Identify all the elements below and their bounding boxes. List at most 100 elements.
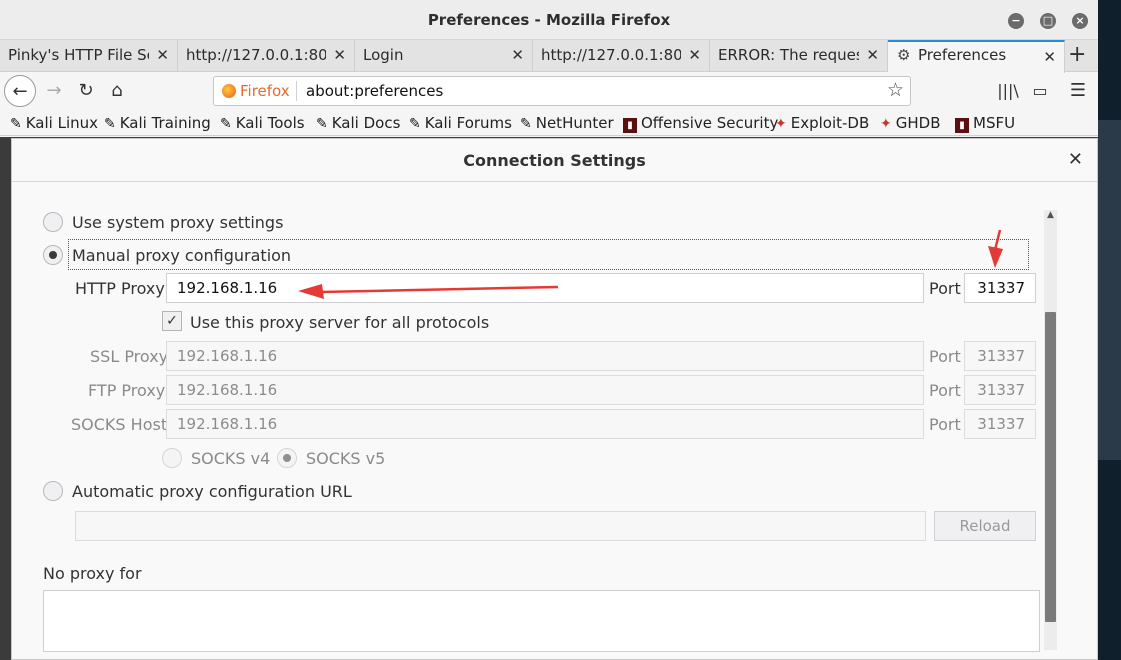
url-separator	[296, 81, 297, 101]
close-icon[interactable]: ✕	[511, 46, 524, 64]
maximize-button[interactable]: □	[1040, 13, 1056, 29]
url-text[interactable]: about:preferences	[306, 82, 443, 100]
scrollbar-thumb[interactable]	[1045, 312, 1056, 622]
close-icon[interactable]: ✕	[688, 46, 701, 64]
desktop-panel	[1098, 120, 1121, 460]
use-for-all-label[interactable]: Use this proxy server for all protocols	[190, 313, 489, 332]
bookmark-kali-tools[interactable]: ✎ Kali Tools	[220, 114, 305, 132]
socks-port-label: Port	[929, 415, 961, 434]
close-icon[interactable]: ✕	[1043, 48, 1056, 66]
tab-localhost-2[interactable]: http://127.0.0.1:8080 ✕	[533, 40, 710, 72]
socks-host-label: SOCKS Host	[71, 415, 168, 434]
use-for-all-checkbox[interactable]: ✓	[162, 311, 182, 331]
ftp-port-input[interactable]: 31337	[964, 375, 1036, 405]
socks-host-input[interactable]: 192.168.1.16	[166, 409, 924, 439]
tab-localhost-1[interactable]: http://127.0.0.1:8080 ✕	[178, 40, 355, 72]
auto-url-radio[interactable]	[43, 481, 63, 501]
ssl-proxy-input[interactable]: 192.168.1.16	[166, 341, 924, 371]
system-proxy-label[interactable]: Use system proxy settings	[72, 213, 283, 232]
bookmark-ghdb[interactable]: ✦ GHDB	[880, 114, 940, 132]
back-button[interactable]: ←	[4, 75, 36, 107]
new-tab-button[interactable]: +	[1068, 42, 1086, 67]
http-port-input[interactable]: 31337	[964, 273, 1036, 303]
ssl-port-input[interactable]: 31337	[964, 341, 1036, 371]
tab-login[interactable]: Login ✕	[355, 40, 533, 72]
no-proxy-textarea[interactable]	[43, 590, 1040, 652]
close-icon[interactable]: ✕	[866, 46, 879, 64]
no-proxy-label: No proxy for	[43, 564, 142, 583]
gear-icon: ⚙	[897, 46, 911, 64]
tab-label: Preferences	[918, 46, 1007, 64]
scroll-up-icon[interactable]: ▲	[1044, 210, 1057, 224]
close-icon[interactable]: ✕	[1068, 149, 1083, 170]
kali-icon: ✎	[220, 116, 232, 132]
system-proxy-radio[interactable]	[43, 212, 63, 232]
manual-proxy-radio[interactable]	[43, 245, 63, 265]
http-proxy-input[interactable]: 192.168.1.16	[166, 273, 924, 303]
close-icon[interactable]: ✕	[156, 46, 169, 64]
close-window-button[interactable]: ×	[1072, 13, 1088, 29]
bookmark-msfu[interactable]: ▮ MSFU	[955, 114, 1015, 133]
tab-label: ERROR: The requeste	[718, 46, 859, 64]
bookmark-kali-docs[interactable]: ✎ Kali Docs	[316, 114, 400, 132]
reload-button[interactable]: ↻	[70, 75, 102, 107]
minimize-button[interactable]: −	[1008, 13, 1024, 29]
tab-label: http://127.0.0.1:8080	[186, 46, 326, 64]
tab-pinky[interactable]: Pinky's HTTP File Ser ✕	[0, 40, 178, 72]
bookmark-star-icon[interactable]: ☆	[887, 79, 904, 101]
socks-port-input[interactable]: 31337	[964, 409, 1036, 439]
home-button[interactable]: ⌂	[101, 75, 133, 107]
library-icon[interactable]: |||\	[992, 75, 1024, 107]
socks-v4-label[interactable]: SOCKS v4	[191, 449, 270, 468]
url-bar[interactable]: Firefox about:preferences ☆	[213, 76, 911, 106]
http-proxy-label: HTTP Proxy	[75, 279, 165, 298]
tab-label: http://127.0.0.1:8080	[541, 46, 681, 64]
kali-icon: ✎	[316, 116, 328, 132]
tab-label: Pinky's HTTP File Ser	[8, 46, 149, 64]
bookmark-kali-training[interactable]: ✎ Kali Training	[104, 114, 211, 132]
ssl-port-label: Port	[929, 347, 961, 366]
bookmarks-toolbar: ✎ Kali Linux ✎ Kali Training ✎ Kali Tools ✎…	[0, 110, 1098, 136]
reload-button[interactable]: Reload	[934, 511, 1036, 541]
offsec-icon: ▮	[623, 118, 637, 133]
manual-proxy-label[interactable]: Manual proxy configuration	[72, 246, 291, 265]
title-bar: Preferences - Mozilla Firefox − □ ×	[0, 0, 1098, 40]
identity-badge[interactable]: Firefox	[222, 82, 290, 100]
window-title: Preferences - Mozilla Firefox	[427, 11, 671, 29]
ghdb-icon: ✦	[880, 116, 892, 132]
ssl-proxy-label: SSL Proxy	[90, 347, 169, 366]
close-icon[interactable]: ✕	[333, 46, 346, 64]
kali-icon: ✎	[409, 116, 421, 132]
tab-label: Login	[363, 46, 404, 64]
exploitdb-icon: ✦	[775, 116, 787, 132]
socks-v5-radio[interactable]	[277, 448, 297, 468]
ftp-proxy-input[interactable]: 192.168.1.16	[166, 375, 924, 405]
firefox-icon	[222, 84, 236, 98]
bookmark-exploit-db[interactable]: ✦ Exploit-DB	[775, 114, 869, 132]
tab-preferences[interactable]: ⚙ Preferences ✕	[888, 40, 1065, 73]
bookmark-offensive-security[interactable]: ▮ Offensive Security	[623, 114, 778, 133]
auto-url-input[interactable]	[75, 511, 926, 541]
kali-icon: ✎	[104, 116, 116, 132]
kali-icon: ✎	[520, 116, 532, 132]
nav-bar: ← → ↻ ⌂ Firefox about:preferences ☆ |||\…	[0, 73, 1098, 110]
menu-icon[interactable]: ☰	[1062, 75, 1094, 107]
forward-button[interactable]: →	[38, 75, 70, 107]
http-port-label: Port	[929, 279, 961, 298]
ftp-proxy-label: FTP Proxy	[88, 381, 166, 400]
ftp-port-label: Port	[929, 381, 961, 400]
dialog-title: Connection Settings	[463, 151, 646, 170]
tab-error[interactable]: ERROR: The requeste ✕	[710, 40, 888, 72]
socks-v4-radio[interactable]	[162, 448, 182, 468]
socks-v5-label[interactable]: SOCKS v5	[306, 449, 385, 468]
dialog-header: Connection Settings ✕	[12, 139, 1097, 182]
tab-bar: Pinky's HTTP File Ser ✕ http://127.0.0.1…	[0, 40, 1098, 73]
bookmark-kali-forums[interactable]: ✎ Kali Forums	[409, 114, 512, 132]
bookmark-nethunter[interactable]: ✎ NetHunter	[520, 114, 614, 132]
msfu-icon: ▮	[955, 118, 969, 133]
sidebar-icon[interactable]: ▭	[1024, 75, 1056, 107]
desktop-edge	[1098, 0, 1121, 660]
bookmark-kali-linux[interactable]: ✎ Kali Linux	[10, 114, 98, 132]
kali-icon: ✎	[10, 116, 22, 132]
auto-url-label[interactable]: Automatic proxy configuration URL	[72, 482, 352, 501]
